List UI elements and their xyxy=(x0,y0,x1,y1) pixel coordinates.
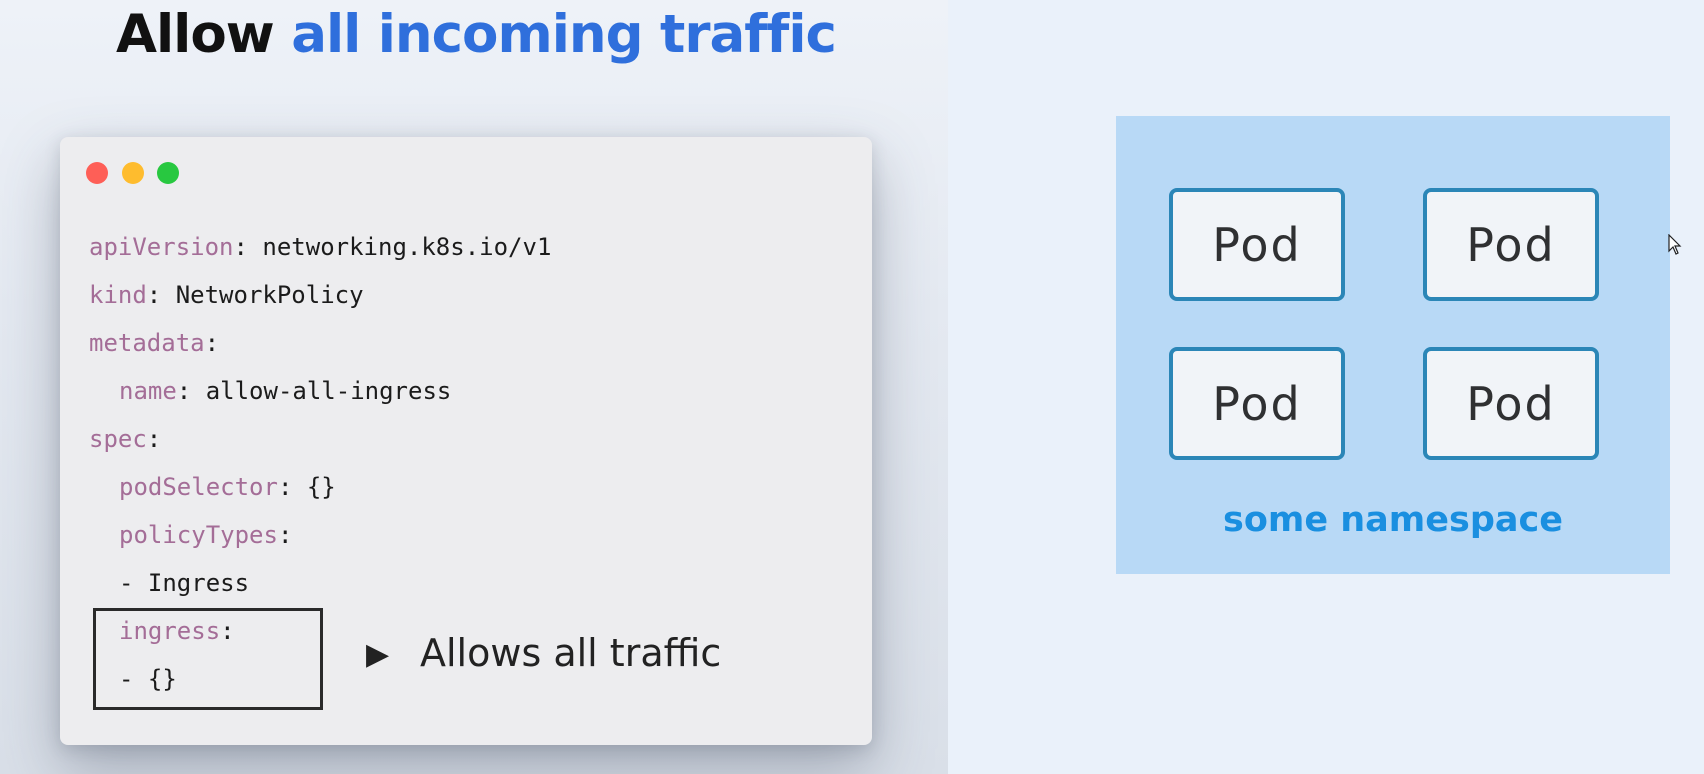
ingress-highlight-box xyxy=(93,608,323,710)
yaml-key: name xyxy=(119,377,177,405)
title-part-2: all incoming traffic xyxy=(291,4,837,65)
mouse-cursor-icon xyxy=(1668,234,1682,255)
title-part-1: Allow xyxy=(116,4,292,65)
pod-box: Pod xyxy=(1423,188,1599,301)
annotation-text: Allows all traffic xyxy=(420,631,722,675)
code-line: podSelector: {} xyxy=(89,463,551,511)
yaml-separator: : xyxy=(204,329,220,357)
yaml-value: NetworkPolicy xyxy=(175,281,364,309)
namespace-label: some namespace xyxy=(1222,500,1563,540)
yaml-key: spec xyxy=(89,425,147,453)
yaml-separator: : xyxy=(146,281,176,309)
namespace-box: Pod Pod Pod Pod some namespace xyxy=(1116,116,1670,574)
yaml-value: - Ingress xyxy=(119,569,250,597)
code-line: name: allow-all-ingress xyxy=(89,367,551,415)
pod-box: Pod xyxy=(1169,347,1345,460)
code-line: apiVersion: networking.k8s.io/v1 xyxy=(89,223,551,271)
yaml-separator: : xyxy=(146,425,162,453)
yaml-separator: : xyxy=(233,233,263,261)
play-arrow-icon: ▶ xyxy=(366,637,390,672)
yaml-value: {} xyxy=(306,473,336,501)
window-maximize-dot xyxy=(157,162,179,184)
code-line: metadata: xyxy=(89,319,551,367)
code-line: policyTypes: xyxy=(89,511,551,559)
yaml-key: kind xyxy=(89,281,147,309)
yaml-key: apiVersion xyxy=(89,233,234,261)
pod-box: Pod xyxy=(1169,188,1345,301)
pod-box: Pod xyxy=(1423,347,1599,460)
code-line: - Ingress xyxy=(89,559,551,607)
code-line: spec: xyxy=(89,415,551,463)
yaml-value: allow-all-ingress xyxy=(205,377,452,405)
yaml-separator: : xyxy=(277,473,307,501)
yaml-separator: : xyxy=(277,521,293,549)
slide-title: Allow all incoming traffic xyxy=(116,4,837,65)
window-close-dot xyxy=(86,162,108,184)
yaml-key: podSelector xyxy=(119,473,278,501)
yaml-key: policyTypes xyxy=(119,521,278,549)
yaml-key: metadata xyxy=(89,329,205,357)
code-window: apiVersion: networking.k8s.io/v1 kind: N… xyxy=(60,137,872,745)
code-line: kind: NetworkPolicy xyxy=(89,271,551,319)
yaml-separator: : xyxy=(176,377,206,405)
window-minimize-dot xyxy=(122,162,144,184)
yaml-value: networking.k8s.io/v1 xyxy=(262,233,552,261)
